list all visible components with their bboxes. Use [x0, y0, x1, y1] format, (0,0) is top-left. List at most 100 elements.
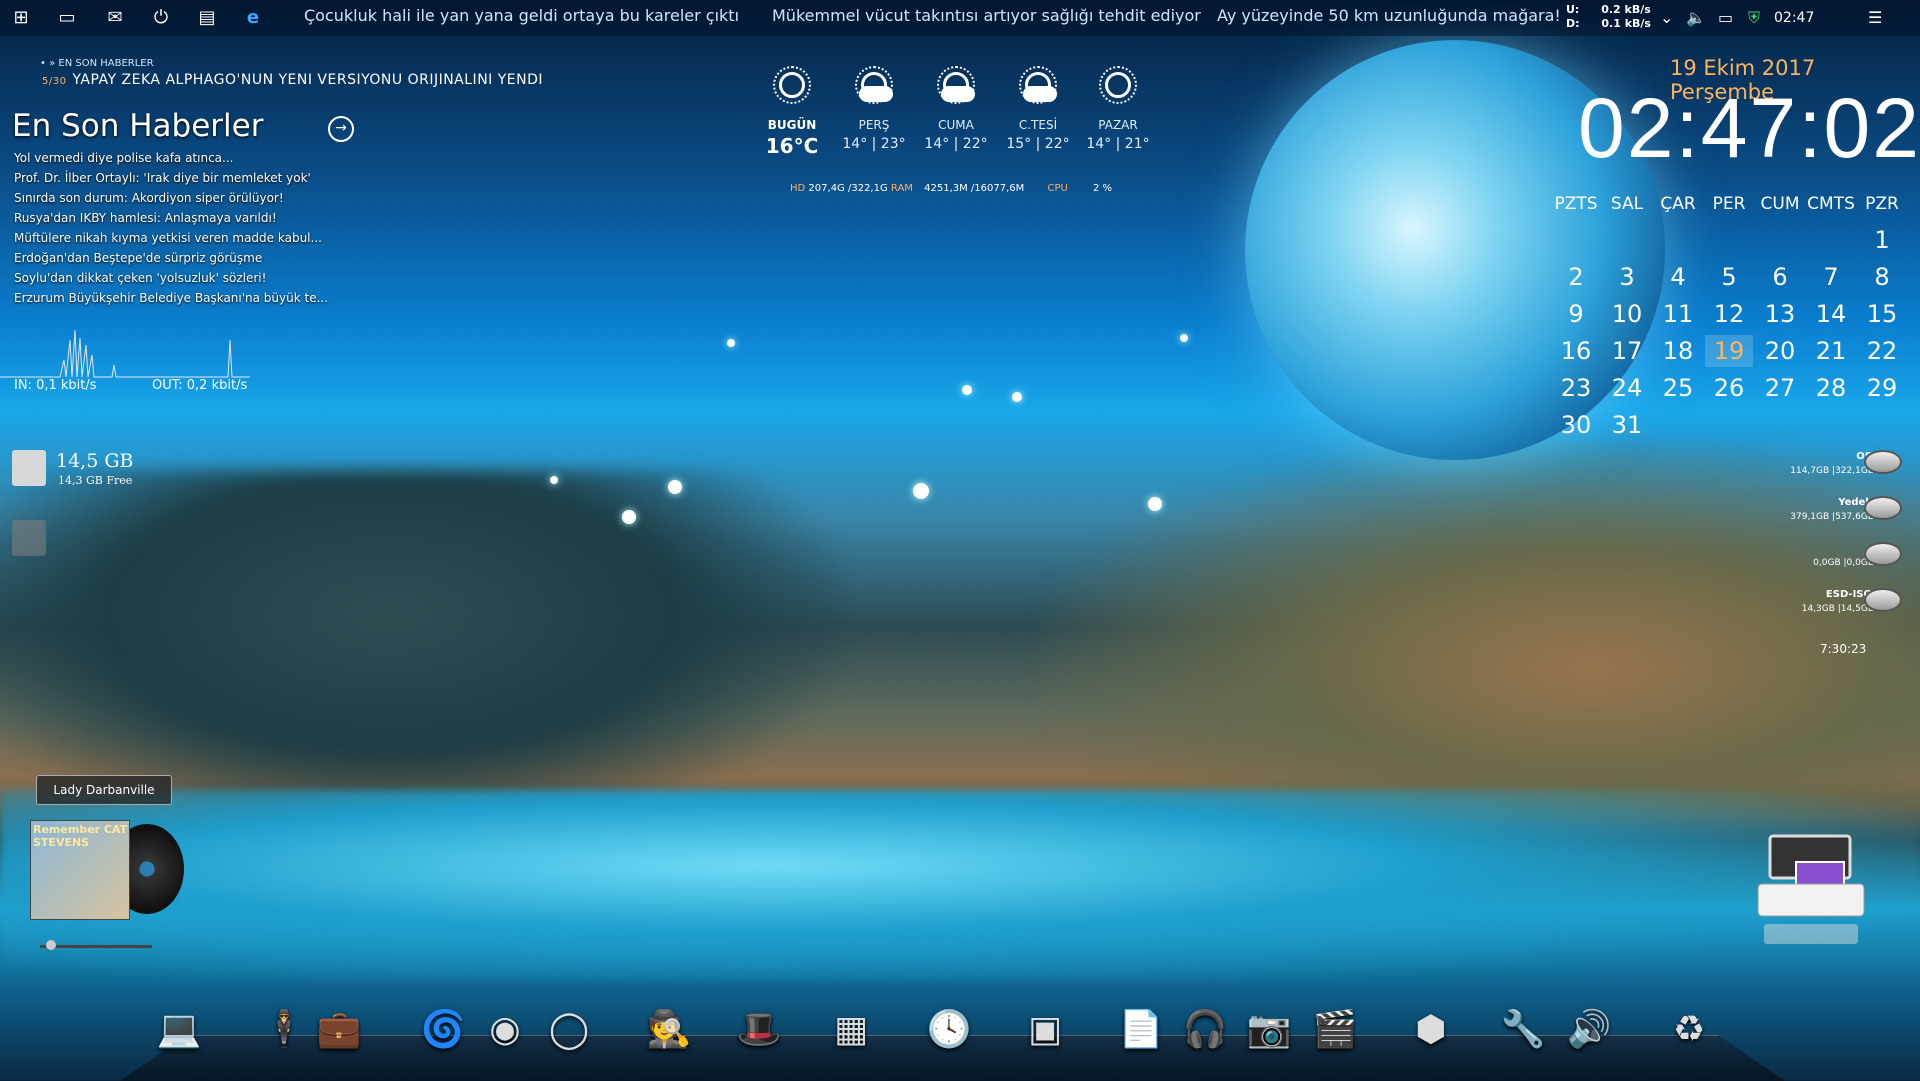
- album-text: Remember CAT STEVENS: [33, 823, 128, 849]
- shield-icon[interactable]: ⛨: [1748, 8, 1760, 28]
- uptime: 7:30:23: [1820, 642, 1867, 656]
- ring-icon[interactable]: ◯: [540, 1000, 598, 1060]
- chevron-down-icon[interactable]: ⌄: [1660, 8, 1673, 27]
- ticker-2[interactable]: Mükemmel vücut takıntısı artıyor sağlığı…: [772, 6, 1201, 25]
- hard-drive-icon[interactable]: [1864, 496, 1902, 520]
- calendar-day[interactable]: 3: [1603, 261, 1651, 293]
- calendar-day[interactable]: 7: [1807, 261, 1855, 293]
- camera-icon[interactable]: 📷: [1240, 1000, 1298, 1060]
- album-cover[interactable]: Remember CAT STEVENS: [30, 820, 130, 920]
- calendar-day[interactable]: 5: [1705, 261, 1753, 293]
- recycle-bin-icon[interactable]: ♻: [1660, 1000, 1718, 1060]
- calendar-day[interactable]: 10: [1603, 298, 1651, 330]
- mail-icon[interactable]: ✉: [104, 8, 126, 28]
- news-title: En Son Haberler: [12, 108, 264, 144]
- sun-icon: [1097, 66, 1139, 108]
- news-item[interactable]: Yol vermedi diye polise kafa atınca...: [14, 148, 328, 168]
- calendar-day[interactable]: 21: [1807, 335, 1855, 367]
- news-item[interactable]: Erzurum Büyükşehir Belediye Başkanı'na b…: [14, 288, 328, 308]
- news-headline-text: YAPAY ZEKA ALPHAGO'NUN YENI VERSIYONU OR…: [72, 72, 544, 88]
- calendar-day[interactable]: 22: [1858, 335, 1906, 367]
- calendar-day[interactable]: 20: [1756, 335, 1804, 367]
- hat-icon[interactable]: 🎩: [730, 1000, 788, 1060]
- calendar-day[interactable]: 27: [1756, 372, 1804, 404]
- battery-icon[interactable]: ▭: [1718, 8, 1733, 27]
- calendar-day[interactable]: 15: [1858, 298, 1906, 330]
- big-clock: 02:47:02: [1578, 81, 1920, 175]
- calendar-day[interactable]: 8: [1858, 261, 1906, 293]
- file-explorer-icon[interactable]: ▤: [196, 8, 218, 28]
- calendar-day[interactable]: 25: [1654, 372, 1702, 404]
- clock-icon[interactable]: 🕓: [920, 1000, 978, 1060]
- calendar-day[interactable]: 19: [1705, 335, 1753, 367]
- calendar-day[interactable]: 1: [1858, 224, 1906, 256]
- seek-knob[interactable]: [46, 940, 56, 950]
- ticker-3[interactable]: Ay yüzeyinde 50 km uzunluğunda mağara!: [1217, 6, 1561, 25]
- sphere-icon[interactable]: ⬢: [1402, 1000, 1460, 1060]
- calendar-day[interactable]: 31: [1603, 409, 1651, 441]
- seek-bar[interactable]: [40, 945, 152, 948]
- clapper-icon[interactable]: 🎬: [1306, 1000, 1364, 1060]
- ram-value: 4251,3M /16077,6M: [924, 183, 1025, 194]
- tool-icon[interactable]: 🔧: [1494, 1000, 1552, 1060]
- briefcase-icon[interactable]: 💼: [310, 1000, 368, 1060]
- calendar-day[interactable]: 30: [1552, 409, 1600, 441]
- headphones-icon[interactable]: 🎧: [1176, 1000, 1234, 1060]
- swirl-icon[interactable]: 🌀: [414, 1000, 472, 1060]
- calendar-day[interactable]: 14: [1807, 298, 1855, 330]
- weather-day: CUMA 14° | 22°: [924, 66, 988, 152]
- calendar-day[interactable]: 11: [1654, 298, 1702, 330]
- notes-icon[interactable]: 📄: [1112, 1000, 1170, 1060]
- calendar-day[interactable]: 16: [1552, 335, 1600, 367]
- calendar-day[interactable]: 13: [1756, 298, 1804, 330]
- laptop-icon[interactable]: 💻: [150, 1000, 208, 1060]
- news-item[interactable]: Sınırda son durum: Akordiyon siper örülü…: [14, 188, 328, 208]
- calendar-day[interactable]: 28: [1807, 372, 1855, 404]
- spy-icon[interactable]: 🕵: [640, 1000, 698, 1060]
- task-view-icon[interactable]: ▭: [56, 8, 78, 28]
- usb-drive-icon[interactable]: [12, 450, 46, 486]
- hard-drive-icon[interactable]: [1864, 542, 1902, 566]
- star: [622, 510, 636, 524]
- calendar-header: CMTS: [1807, 194, 1855, 214]
- hard-drive-icon[interactable]: [1864, 450, 1902, 474]
- network-graph: [0, 329, 250, 378]
- calendar-day[interactable]: 9: [1552, 298, 1600, 330]
- news-item[interactable]: Rusya'dan IKBY hamlesi: Anlaşmaya varıld…: [14, 208, 328, 228]
- agent-icon[interactable]: 🕴: [255, 1000, 313, 1060]
- news-item[interactable]: Soylu'dan dikkat çeken 'yolsuzluk' sözle…: [14, 268, 328, 288]
- news-headline[interactable]: 5/30 YAPAY ZEKA ALPHAGO'NUN YENI VERSIYON…: [42, 72, 543, 88]
- windows-start-icon[interactable]: ⊞: [10, 8, 32, 28]
- taskbar-clock[interactable]: 02:47: [1774, 10, 1814, 26]
- orb-icon[interactable]: ◉: [476, 1000, 534, 1060]
- power-icon[interactable]: ⏻: [150, 8, 172, 28]
- edge-icon[interactable]: e: [242, 8, 264, 28]
- calendar-day[interactable]: 24: [1603, 372, 1651, 404]
- calendar-day[interactable]: 23: [1552, 372, 1600, 404]
- hard-drive-icon[interactable]: [1864, 588, 1902, 612]
- calendar-day[interactable]: 18: [1654, 335, 1702, 367]
- calendar-header: CUM: [1760, 194, 1800, 214]
- usb-drive-icon[interactable]: [12, 520, 46, 556]
- weather-day: PERŞ 14° | 23°: [842, 66, 906, 152]
- arrow-right-icon[interactable]: →: [328, 116, 354, 142]
- chip-icon[interactable]: ▦: [822, 1000, 880, 1060]
- drive-info: 379,1GB |537,6GB: [1790, 512, 1874, 522]
- asus-icon[interactable]: ▣: [1016, 1000, 1074, 1060]
- volume-icon[interactable]: 🔈: [1686, 8, 1706, 27]
- calendar-day[interactable]: 6: [1756, 261, 1804, 293]
- drive-info: 0,0GB |0,0GB: [1813, 558, 1874, 568]
- news-item[interactable]: Prof. Dr. İlber Ortaylı: 'Irak diye bir …: [14, 168, 328, 188]
- calendar-day[interactable]: 26: [1705, 372, 1753, 404]
- news-item[interactable]: Müftülere nikah kıyma yetkisi veren madd…: [14, 228, 328, 248]
- calendar-day[interactable]: 12: [1705, 298, 1753, 330]
- calendar-day[interactable]: 29: [1858, 372, 1906, 404]
- calendar-day[interactable]: 2: [1552, 261, 1600, 293]
- photo-gallery-icon[interactable]: [1756, 832, 1866, 950]
- calendar-day[interactable]: 4: [1654, 261, 1702, 293]
- speaker-icon[interactable]: 🔊: [1560, 1000, 1618, 1060]
- news-item[interactable]: Erdoğan'dan Beştepe'de sürpriz görüşme: [14, 248, 328, 268]
- ticker-1[interactable]: Çocukluk hali ile yan yana geldi ortaya …: [304, 6, 739, 25]
- notifications-icon[interactable]: ☰: [1868, 8, 1882, 27]
- calendar-day[interactable]: 17: [1603, 335, 1651, 367]
